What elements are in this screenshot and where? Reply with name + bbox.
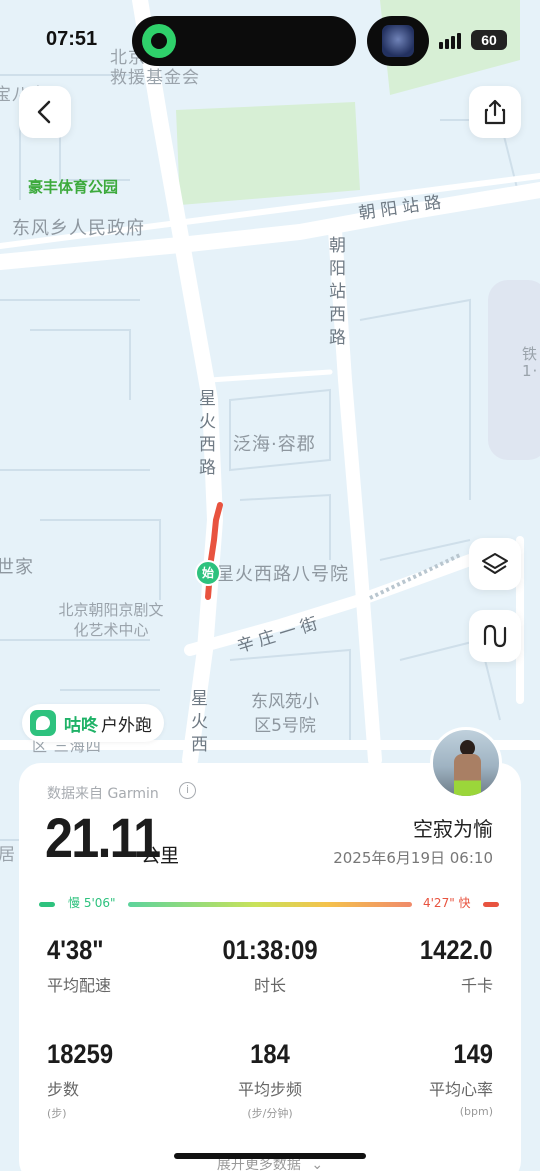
map-label-xinghuo-west-lower: 星火西 xyxy=(191,689,209,755)
stat-cadence: 184 平均步频 (步/分钟) xyxy=(200,1039,340,1121)
back-button[interactable] xyxy=(19,86,71,138)
share-button[interactable] xyxy=(469,86,521,138)
stat-label: 平均配速 xyxy=(47,976,112,995)
brand-name: 咕咚 xyxy=(64,715,98,736)
map-label-xinghuo-8: 星火西路八号院 xyxy=(216,564,349,585)
stat-value: 1422.0 xyxy=(420,935,493,965)
stat-calories: 1422.0 千卡 xyxy=(410,935,493,996)
stat-heart-rate: 149 平均心率 (bpm) xyxy=(429,1039,493,1118)
stat-label: 平均心率 xyxy=(428,1080,493,1099)
stat-label: 步数 xyxy=(47,1080,80,1099)
start-marker-pin: 始 xyxy=(195,560,221,586)
avatar[interactable] xyxy=(430,727,502,799)
map-label-dongfengyuan: 东风苑小区5号院 xyxy=(251,692,319,736)
status-time: 07:51 xyxy=(46,28,98,50)
map-layers-button[interactable] xyxy=(469,538,521,590)
share-icon xyxy=(484,99,506,125)
run-date: 2025年6月19日 06:10 xyxy=(333,849,493,867)
stat-label: 时长 xyxy=(253,976,286,995)
map-label-chaoyang-station-west: 朝阳站西路 xyxy=(329,236,347,348)
pace-fast-marker xyxy=(483,902,499,907)
map-label-tie: 铁 xyxy=(522,345,539,363)
route-replay-button[interactable] xyxy=(469,610,521,662)
stat-value: 18259 xyxy=(47,1039,114,1069)
user-name[interactable]: 空寂为愉 xyxy=(413,813,493,842)
map-label-jingju-center: 北京朝阳京剧文化艺术中心 xyxy=(58,601,164,639)
pace-slow-marker xyxy=(39,902,55,907)
pace-fast-label: 4'27" 快 xyxy=(423,896,471,910)
pace-slow-label: 慢 5'06" xyxy=(68,896,116,910)
stat-value: 01:38:09 xyxy=(222,935,318,965)
chevron-left-icon xyxy=(37,100,51,124)
stat-label: 千卡 xyxy=(460,976,493,995)
cellular-signal-icon xyxy=(439,31,465,49)
stat-duration: 01:38:09 时长 xyxy=(200,935,340,996)
stat-unit: (步/分钟) xyxy=(247,1107,293,1120)
stat-unit: (步) xyxy=(47,1107,67,1120)
stat-label: 平均步频 xyxy=(237,1080,302,1099)
battery-icon: 60 xyxy=(471,30,507,50)
now-playing-island[interactable] xyxy=(367,16,429,66)
map-label-ju: 居 xyxy=(0,845,16,865)
distance-unit: 公里 xyxy=(141,845,180,867)
map-label-rescue-fund: 救援基金会 xyxy=(110,68,200,88)
expand-more-label: 展开更多数据 xyxy=(216,1157,301,1171)
run-summary-card: 数据来自 Garmin i 21.11 公里 空寂为愉 2025年6月19日 0… xyxy=(19,763,521,1171)
info-icon[interactable]: i xyxy=(179,782,196,799)
home-indicator[interactable] xyxy=(174,1153,366,1159)
pace-gradient xyxy=(128,902,412,907)
chevron-down-icon: ⌄ xyxy=(311,1157,324,1171)
stat-unit: (bpm) xyxy=(459,1105,493,1118)
layers-icon xyxy=(482,553,508,574)
start-marker: 始 xyxy=(195,560,221,590)
map-label-fanhai-rongjun: 泛海·容郡 xyxy=(233,434,316,455)
running-app-icon xyxy=(142,24,176,58)
map-label-xinghuo-west-upper: 星火西路 xyxy=(199,389,217,478)
stat-value: 4'38" xyxy=(47,935,104,965)
album-art-icon xyxy=(382,25,414,57)
stat-value: 184 xyxy=(250,1039,290,1069)
map-label-dongfeng-gov: 东风乡人民政府 xyxy=(12,218,145,239)
map-label-shijia: 世家 xyxy=(0,557,34,578)
codoon-logo-icon xyxy=(30,710,56,736)
pace-range-bar: 慢 5'06" 4'27" 快 xyxy=(39,896,503,910)
brand-badge: 咕咚 户外跑 xyxy=(22,704,164,742)
data-source-label: 数据来自 Garmin xyxy=(47,786,159,802)
map-label-tie-sub: 1· xyxy=(522,362,539,380)
stat-avg-pace: 4'38" 平均配速 xyxy=(47,935,111,996)
stat-steps: 18259 步数 (步) xyxy=(47,1039,122,1121)
dynamic-island[interactable] xyxy=(132,16,356,66)
map-label-haofeng-park: 豪丰体育公园 xyxy=(28,178,119,196)
brand-activity-type: 户外跑 xyxy=(101,715,152,736)
stat-value: 149 xyxy=(453,1039,493,1069)
route-curve-icon xyxy=(483,624,507,648)
